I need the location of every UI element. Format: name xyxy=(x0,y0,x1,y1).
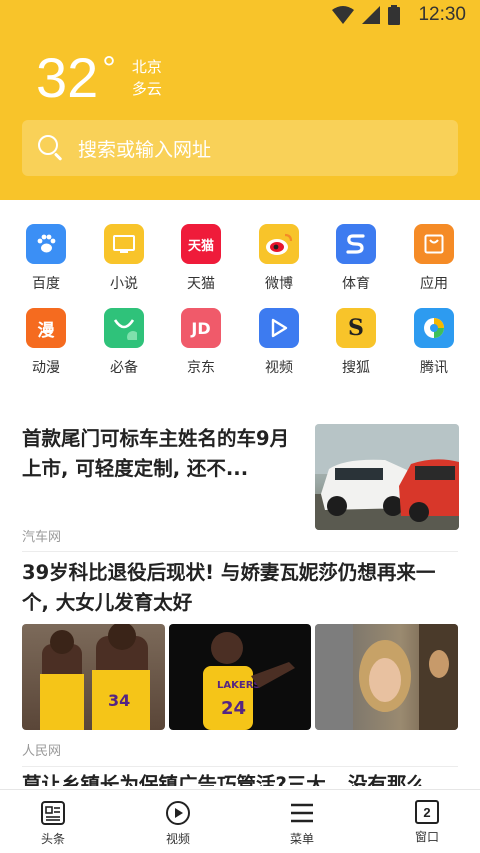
signal-icon xyxy=(362,6,381,24)
header: 12:30 32 ° 北京 多云 搜索或输入网址 xyxy=(0,0,480,200)
svg-text:LAKERS: LAKERS xyxy=(217,680,261,691)
weather-widget[interactable]: 32 ° 北京 多云 xyxy=(36,50,162,106)
app-label: 搜狐 xyxy=(342,360,370,376)
shopping-bag-icon xyxy=(104,308,144,348)
app-label: 应用 xyxy=(420,276,448,292)
app-label: 腾讯 xyxy=(420,360,448,376)
app-tmall[interactable]: 天猫 天猫 xyxy=(171,220,231,293)
divider xyxy=(22,551,458,552)
status-time: 12:30 xyxy=(418,4,466,25)
weibo-icon xyxy=(259,224,299,264)
news-source: 汽车网 xyxy=(22,530,62,545)
degree-symbol: ° xyxy=(102,50,116,88)
app-label: 百度 xyxy=(32,276,60,292)
app-baidu[interactable]: 百度 xyxy=(16,220,76,293)
play-circle-icon xyxy=(165,800,191,826)
news-image-strip: 34 LAKERS 24 xyxy=(22,624,459,730)
book-icon xyxy=(104,224,144,264)
app-label: 微博 xyxy=(265,276,293,292)
app-novel[interactable]: 小说 xyxy=(94,220,154,293)
wifi-icon xyxy=(332,6,355,24)
baidu-paw-icon xyxy=(26,224,66,264)
tab-windows[interactable]: 2 窗口 xyxy=(387,800,467,845)
news-image: 34 xyxy=(22,624,165,730)
tencent-icon xyxy=(414,308,454,348)
app-sohu[interactable]: S 搜狐 xyxy=(326,304,386,377)
news-item-partial[interactable]: 莫让乡镇长为保镇广告巧管活?三大...没有那么 xyxy=(22,774,458,786)
news-source: 人民网 xyxy=(22,744,62,759)
window-count: 2 xyxy=(423,804,431,820)
tab-menu[interactable]: 菜单 xyxy=(262,800,342,847)
sohu-icon: S xyxy=(336,308,376,348)
app-label: 动漫 xyxy=(32,360,60,376)
weather-info: 北京 多云 xyxy=(132,56,162,100)
app-store-icon xyxy=(414,224,454,264)
app-label: 京东 xyxy=(187,360,215,376)
search-placeholder: 搜索或输入网址 xyxy=(78,138,212,161)
search-icon xyxy=(38,135,64,161)
app-label: 视频 xyxy=(265,360,293,376)
app-label: 天猫 xyxy=(187,276,215,292)
app-grid: 百度 小说 天猫 天猫 微博 体育 应用 漫 动漫 必备 JD 京东 视频 S … xyxy=(0,220,480,388)
app-row-1: 百度 小说 天猫 天猫 微博 体育 应用 xyxy=(0,220,480,304)
app-tencent[interactable]: 腾讯 xyxy=(404,304,464,377)
tab-label: 窗口 xyxy=(414,830,439,844)
app-store[interactable]: 应用 xyxy=(404,220,464,293)
app-essentials[interactable]: 必备 xyxy=(94,304,154,377)
tab-label: 视频 xyxy=(165,832,190,846)
news-title: 首款尾门可标车主姓名的车9月上市, 可轻度定制, 还不... xyxy=(22,427,290,480)
app-weibo[interactable]: 微博 xyxy=(249,220,309,293)
app-label: 体育 xyxy=(342,276,370,292)
news-title: 39岁科比退役后现状! 与娇妻瓦妮莎仍想再来一个, 大女儿发育太好 xyxy=(22,561,436,614)
news-image: LAKERS 24 xyxy=(168,624,312,730)
app-jd[interactable]: JD 京东 xyxy=(171,304,231,377)
search-bar[interactable]: 搜索或输入网址 xyxy=(22,120,458,176)
svg-text:24: 24 xyxy=(221,698,246,719)
jd-icon: JD xyxy=(181,308,221,348)
window-count-icon: 2 xyxy=(415,800,439,824)
news-thumbnail xyxy=(315,424,459,530)
app-label: 小说 xyxy=(110,276,138,292)
app-row-2: 漫 动漫 必备 JD 京东 视频 S 搜狐 腾讯 xyxy=(0,304,480,388)
news-item[interactable]: 首款尾门可标车主姓名的车9月上市, 可轻度定制, 还不... 汽车网 xyxy=(0,424,480,558)
tmall-icon: 天猫 xyxy=(181,224,221,264)
weather-city: 北京 xyxy=(131,58,162,76)
svg-text:34: 34 xyxy=(108,691,130,710)
app-sports[interactable]: 体育 xyxy=(326,220,386,293)
sports-s-icon xyxy=(336,224,376,264)
play-icon xyxy=(259,308,299,348)
divider xyxy=(22,766,458,767)
cars-image xyxy=(315,424,459,530)
news-image xyxy=(315,624,459,730)
tab-video[interactable]: 视频 xyxy=(138,800,218,847)
battery-icon xyxy=(388,5,401,25)
status-bar: 12:30 xyxy=(0,0,480,32)
bottom-tab-bar: 头条 视频 菜单 2 窗口 xyxy=(0,789,480,853)
status-icons: 12:30 xyxy=(332,4,466,26)
weather-condition: 多云 xyxy=(131,80,162,98)
anime-icon: 漫 xyxy=(26,308,66,348)
app-label: 必备 xyxy=(110,360,138,376)
app-video[interactable]: 视频 xyxy=(249,304,309,377)
news-icon xyxy=(40,800,66,826)
menu-icon xyxy=(289,800,315,826)
tab-headlines[interactable]: 头条 xyxy=(13,800,93,847)
app-anime[interactable]: 漫 动漫 xyxy=(16,304,76,377)
tab-label: 头条 xyxy=(40,832,65,846)
tab-label: 菜单 xyxy=(289,832,314,846)
temperature: 32 xyxy=(36,46,99,109)
news-title-partial: 莫让乡镇长为保镇广告巧管活?三大...没有那么 xyxy=(22,774,427,786)
